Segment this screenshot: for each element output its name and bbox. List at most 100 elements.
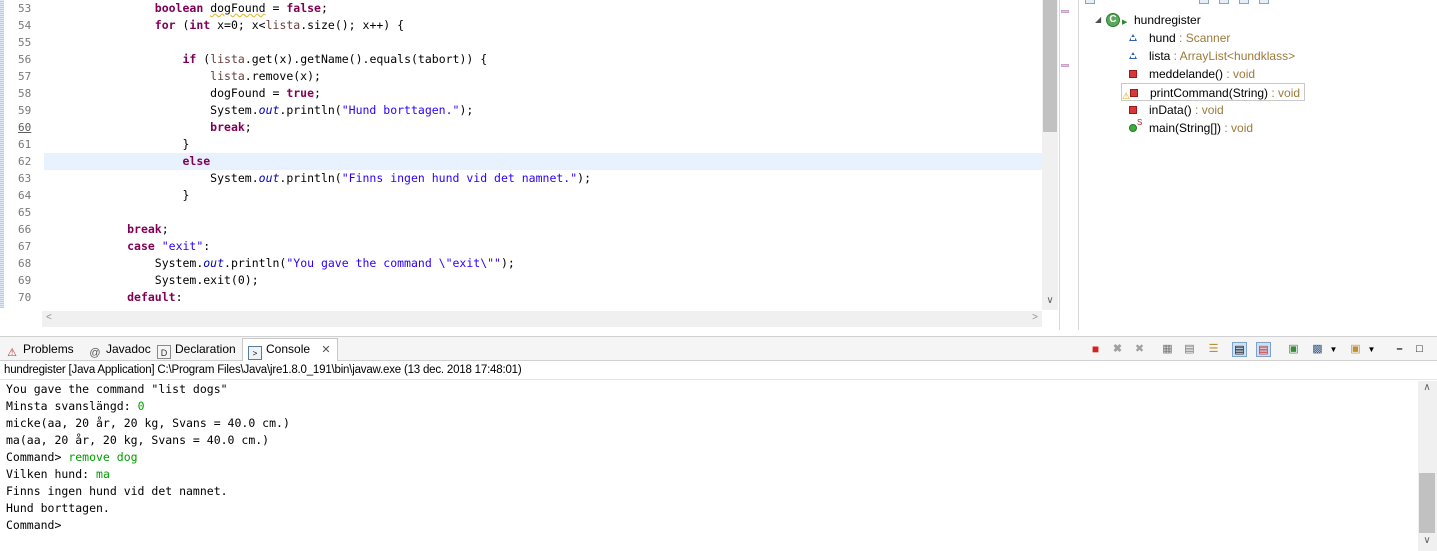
code-token: break <box>210 120 245 134</box>
display-selected-console-icon[interactable]: ▩ <box>1310 342 1325 357</box>
code-token: out <box>258 171 280 185</box>
console-output-text: ma(aa, 20 år, 20 kg, Svans = 40.0 cm.) <box>6 433 270 447</box>
code-token: dogFound = <box>44 86 287 100</box>
chevron-up-icon[interactable]: ∧ <box>1419 382 1435 396</box>
outline-member-label: main(String[]) : void <box>1149 119 1253 137</box>
member-type: : void <box>1223 67 1256 81</box>
overview-marker[interactable] <box>1061 10 1069 13</box>
code-token: if <box>182 52 197 66</box>
chevron-down-icon[interactable]: ▼ <box>1364 342 1379 357</box>
console-output[interactable]: You gave the command "list dogs" Minsta s… <box>0 381 1418 551</box>
outline-member[interactable]: inData() : void <box>1124 101 1364 119</box>
code-line[interactable]: System.out.println("Finns ingen hund vid… <box>44 170 1042 187</box>
code-line[interactable] <box>44 204 1042 221</box>
code-editor[interactable]: 53 54 55 56 57 58 59 60 61 62 63 64 65 66 67 68 69 70 boo… <box>0 0 1069 330</box>
outline-member[interactable]: meddelande() : void <box>1124 65 1364 83</box>
code-token: } <box>44 188 190 202</box>
show-console-on-stderr-icon[interactable]: ▤ <box>1256 342 1271 357</box>
console-line: micke(aa, 20 år, 20 kg, Svans = 40.0 cm.… <box>6 415 290 432</box>
member-type: : void <box>1221 121 1254 135</box>
console-process-label: hundregister [Java Application] C:\Progr… <box>0 362 1437 380</box>
overview-marker[interactable] <box>1061 64 1069 67</box>
code-token: case <box>127 239 155 253</box>
console-line: Command> <box>6 517 61 534</box>
code-token: lista <box>265 18 301 32</box>
line-number: 62 <box>18 155 32 168</box>
remove-launch-icon[interactable]: ✖ <box>1110 342 1125 357</box>
outline-member[interactable]: lista : ArrayList<hundklass> <box>1124 47 1364 65</box>
code-line[interactable]: default: <box>44 289 1042 306</box>
remove-all-launches-icon[interactable]: ✖ <box>1132 342 1147 357</box>
code-line[interactable] <box>44 34 1042 51</box>
code-line[interactable]: } <box>44 136 1042 153</box>
private-method-icon <box>1129 106 1137 114</box>
chevron-right-icon[interactable]: > <box>1032 312 1038 323</box>
editor-horizontal-scrollbar[interactable]: < > <box>42 311 1042 327</box>
code-token: "You gave the command \"exit\"" <box>286 256 501 270</box>
code-line[interactable]: System.out.println("You gave the command… <box>44 255 1042 272</box>
hide-fields-icon[interactable] <box>1219 0 1229 4</box>
code-line[interactable]: lista.remove(x); <box>44 68 1042 85</box>
code-line[interactable]: break; <box>44 119 1042 136</box>
class-icon: C <box>1106 13 1120 27</box>
code-line[interactable]: case "exit": <box>44 238 1042 255</box>
tab-console[interactable]: > Console ✕ <box>242 338 338 361</box>
outline-member[interactable]: hund : Scanner <box>1124 29 1364 47</box>
console-line: Command> remove dog <box>6 449 138 466</box>
expand-triangle-icon[interactable]: ◢ <box>1095 11 1105 29</box>
console-output-text: You gave the command "list dogs" <box>6 382 228 396</box>
chevron-down-icon[interactable]: ∨ <box>1419 535 1435 549</box>
code-token: int <box>189 18 211 32</box>
maximize-icon[interactable]: □ <box>1412 342 1427 357</box>
line-number: 70 <box>18 291 32 304</box>
pin-console-icon[interactable]: ▣ <box>1286 342 1301 357</box>
code-line[interactable]: dogFound = true; <box>44 85 1042 102</box>
show-console-on-stdout-icon[interactable]: ▤ <box>1232 342 1247 357</box>
member-name: lista <box>1149 49 1171 63</box>
code-line[interactable]: break; <box>44 221 1042 238</box>
code-token: ; <box>161 222 169 236</box>
hide-static-icon[interactable] <box>1239 0 1249 4</box>
chevron-down-icon[interactable]: ▼ <box>1326 342 1341 357</box>
code-token: default <box>127 290 176 304</box>
code-line[interactable]: } <box>44 187 1042 204</box>
minimize-icon[interactable]: – <box>1392 342 1407 357</box>
line-number: 66 <box>18 223 32 236</box>
chevron-down-icon[interactable]: ∨ <box>1043 294 1057 308</box>
code-line[interactable]: if (lista.get(x).getName().equals(tabort… <box>44 51 1042 68</box>
tab-problems[interactable]: ⚠ Problems <box>5 339 74 360</box>
close-icon[interactable]: ✕ <box>321 344 330 356</box>
code-area[interactable]: boolean dogFound = false; for (int x=0; … <box>44 0 1042 308</box>
scroll-lock-icon[interactable]: ▤ <box>1182 342 1197 357</box>
line-number: 60 <box>18 121 32 134</box>
hide-nonpublic-icon[interactable] <box>1259 0 1269 4</box>
console-scroll-thumb[interactable] <box>1419 473 1435 533</box>
code-line[interactable]: System.exit(0); <box>44 272 1042 289</box>
code-line[interactable]: System.out.println("Hund borttagen."); <box>44 102 1042 119</box>
code-line[interactable]: boolean dogFound = false; <box>44 0 1042 17</box>
console-output-text: micke(aa, 20 år, 20 kg, Svans = 40.0 cm.… <box>6 416 290 430</box>
tab-javadoc[interactable]: @ Javadoc <box>88 339 150 360</box>
sort-icon[interactable] <box>1199 0 1209 4</box>
terminate-icon[interactable]: ■ <box>1088 342 1103 357</box>
outline-member[interactable]: ⚠ printCommand(String) : void <box>1121 83 1305 101</box>
tab-declaration[interactable]: D Declaration <box>157 339 236 360</box>
console-user-input: 0 <box>137 399 145 413</box>
word-wrap-icon[interactable]: ☰ <box>1206 342 1221 357</box>
console-output-text: Command> <box>6 450 69 464</box>
chevron-left-icon[interactable]: < <box>46 312 52 323</box>
console-output-text: Vilken hund: <box>6 467 97 481</box>
outline-member[interactable]: Smain(String[]) : void <box>1124 118 1364 137</box>
open-console-icon[interactable]: ▣ <box>1348 342 1363 357</box>
code-line[interactable]: else <box>44 153 1042 170</box>
editor-scroll-thumb[interactable] <box>1043 0 1057 132</box>
public-method-icon <box>1129 124 1137 132</box>
declaration-icon: D <box>157 345 171 359</box>
clear-console-icon[interactable]: ▦ <box>1160 342 1175 357</box>
code-token: .size(); x++) { <box>300 18 405 32</box>
code-line[interactable]: for (int x=0; x<lista.size(); x++) { <box>44 17 1042 34</box>
code-token: ( <box>175 18 190 32</box>
